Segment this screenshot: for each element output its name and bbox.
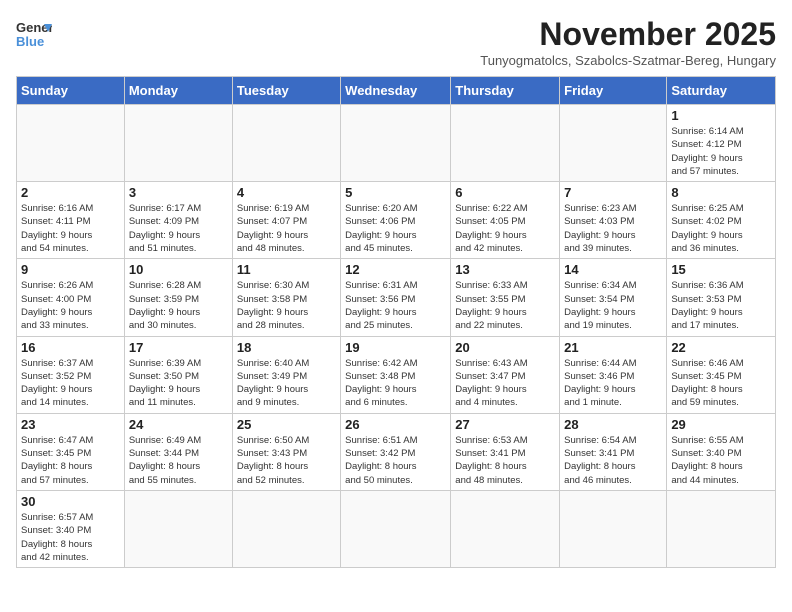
- day-4: 4 Sunrise: 6:19 AMSunset: 4:07 PMDayligh…: [232, 182, 340, 259]
- header-wednesday: Wednesday: [341, 77, 451, 105]
- header-tuesday: Tuesday: [232, 77, 340, 105]
- day-27: 27 Sunrise: 6:53 AMSunset: 3:41 PMDaylig…: [451, 413, 560, 490]
- header-sunday: Sunday: [17, 77, 125, 105]
- day-11: 11 Sunrise: 6:30 AMSunset: 3:58 PMDaylig…: [232, 259, 340, 336]
- day-19: 19 Sunrise: 6:42 AMSunset: 3:48 PMDaylig…: [341, 336, 451, 413]
- day-15: 15 Sunrise: 6:36 AMSunset: 3:53 PMDaylig…: [667, 259, 776, 336]
- subtitle: Tunyogmatolcs, Szabolcs-Szatmar-Bereg, H…: [480, 53, 776, 68]
- empty-cell: [341, 105, 451, 182]
- day-1: 1 Sunrise: 6:14 AMSunset: 4:12 PMDayligh…: [667, 105, 776, 182]
- day-1-info: Sunrise: 6:14 AMSunset: 4:12 PMDaylight:…: [671, 125, 771, 178]
- day-22: 22 Sunrise: 6:46 AMSunset: 3:45 PMDaylig…: [667, 336, 776, 413]
- day-29: 29 Sunrise: 6:55 AMSunset: 3:40 PMDaylig…: [667, 413, 776, 490]
- calendar-row-6: 30 Sunrise: 6:57 AMSunset: 3:40 PMDaylig…: [17, 490, 776, 567]
- empty-cell: [124, 490, 232, 567]
- day-12: 12 Sunrise: 6:31 AMSunset: 3:56 PMDaylig…: [341, 259, 451, 336]
- calendar-row-3: 9 Sunrise: 6:26 AMSunset: 4:00 PMDayligh…: [17, 259, 776, 336]
- day-2: 2 Sunrise: 6:16 AMSunset: 4:11 PMDayligh…: [17, 182, 125, 259]
- day-17: 17 Sunrise: 6:39 AMSunset: 3:50 PMDaylig…: [124, 336, 232, 413]
- logo-icon: General Blue: [16, 16, 52, 52]
- empty-cell: [124, 105, 232, 182]
- weekday-header-row: Sunday Monday Tuesday Wednesday Thursday…: [17, 77, 776, 105]
- day-23: 23 Sunrise: 6:47 AMSunset: 3:45 PMDaylig…: [17, 413, 125, 490]
- day-21: 21 Sunrise: 6:44 AMSunset: 3:46 PMDaylig…: [560, 336, 667, 413]
- calendar-row-5: 23 Sunrise: 6:47 AMSunset: 3:45 PMDaylig…: [17, 413, 776, 490]
- day-6: 6 Sunrise: 6:22 AMSunset: 4:05 PMDayligh…: [451, 182, 560, 259]
- day-30: 30 Sunrise: 6:57 AMSunset: 3:40 PMDaylig…: [17, 490, 125, 567]
- day-9: 9 Sunrise: 6:26 AMSunset: 4:00 PMDayligh…: [17, 259, 125, 336]
- day-28: 28 Sunrise: 6:54 AMSunset: 3:41 PMDaylig…: [560, 413, 667, 490]
- calendar-row-4: 16 Sunrise: 6:37 AMSunset: 3:52 PMDaylig…: [17, 336, 776, 413]
- day-3: 3 Sunrise: 6:17 AMSunset: 4:09 PMDayligh…: [124, 182, 232, 259]
- page-header: General Blue November 2025 Tunyogmatolcs…: [16, 16, 776, 68]
- header-friday: Friday: [560, 77, 667, 105]
- day-16: 16 Sunrise: 6:37 AMSunset: 3:52 PMDaylig…: [17, 336, 125, 413]
- day-13: 13 Sunrise: 6:33 AMSunset: 3:55 PMDaylig…: [451, 259, 560, 336]
- empty-cell: [560, 105, 667, 182]
- day-10: 10 Sunrise: 6:28 AMSunset: 3:59 PMDaylig…: [124, 259, 232, 336]
- day-5: 5 Sunrise: 6:20 AMSunset: 4:06 PMDayligh…: [341, 182, 451, 259]
- empty-cell: [232, 105, 340, 182]
- logo: General Blue: [16, 16, 52, 52]
- empty-cell: [451, 105, 560, 182]
- calendar: Sunday Monday Tuesday Wednesday Thursday…: [16, 76, 776, 568]
- empty-cell: [667, 490, 776, 567]
- day-25: 25 Sunrise: 6:50 AMSunset: 3:43 PMDaylig…: [232, 413, 340, 490]
- empty-cell: [341, 490, 451, 567]
- day-14: 14 Sunrise: 6:34 AMSunset: 3:54 PMDaylig…: [560, 259, 667, 336]
- calendar-row-2: 2 Sunrise: 6:16 AMSunset: 4:11 PMDayligh…: [17, 182, 776, 259]
- month-title: November 2025: [480, 16, 776, 53]
- empty-cell: [451, 490, 560, 567]
- day-26: 26 Sunrise: 6:51 AMSunset: 3:42 PMDaylig…: [341, 413, 451, 490]
- day-8: 8 Sunrise: 6:25 AMSunset: 4:02 PMDayligh…: [667, 182, 776, 259]
- title-block: November 2025 Tunyogmatolcs, Szabolcs-Sz…: [480, 16, 776, 68]
- calendar-row-1: 1 Sunrise: 6:14 AMSunset: 4:12 PMDayligh…: [17, 105, 776, 182]
- day-18: 18 Sunrise: 6:40 AMSunset: 3:49 PMDaylig…: [232, 336, 340, 413]
- header-saturday: Saturday: [667, 77, 776, 105]
- header-monday: Monday: [124, 77, 232, 105]
- day-24: 24 Sunrise: 6:49 AMSunset: 3:44 PMDaylig…: [124, 413, 232, 490]
- header-thursday: Thursday: [451, 77, 560, 105]
- day-7: 7 Sunrise: 6:23 AMSunset: 4:03 PMDayligh…: [560, 182, 667, 259]
- empty-cell: [232, 490, 340, 567]
- empty-cell: [560, 490, 667, 567]
- svg-text:Blue: Blue: [16, 34, 44, 49]
- empty-cell: [17, 105, 125, 182]
- day-20: 20 Sunrise: 6:43 AMSunset: 3:47 PMDaylig…: [451, 336, 560, 413]
